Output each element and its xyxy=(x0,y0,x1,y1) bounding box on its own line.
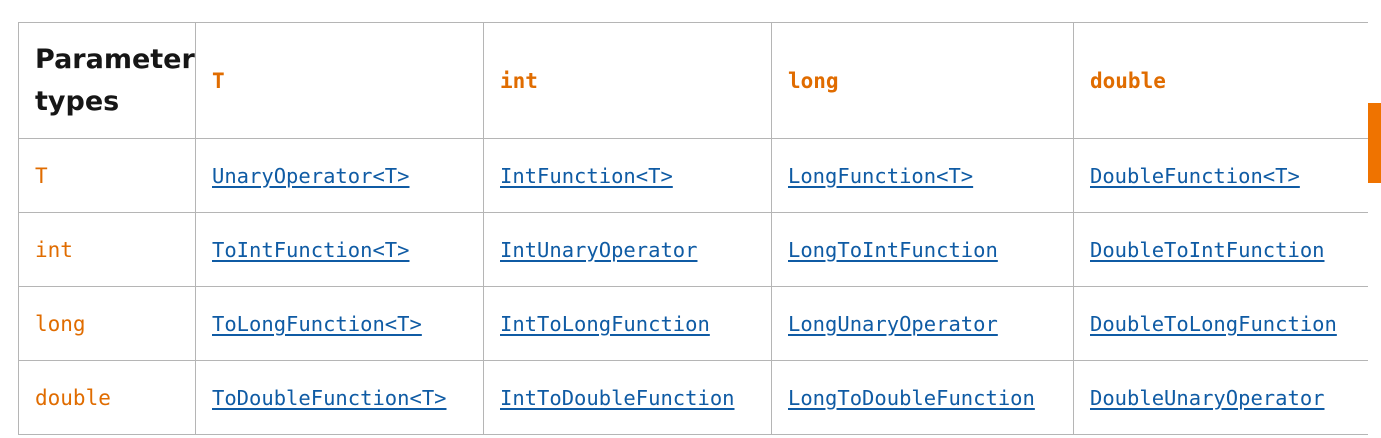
table-cell: IntToLongFunction xyxy=(483,286,772,361)
table-cell: UnaryOperator<T> xyxy=(195,138,484,213)
int-to-long-function-link[interactable]: IntToLongFunction xyxy=(500,312,710,336)
column-header-int: int xyxy=(483,22,772,139)
table-row: double ToDoubleFunction<T> IntToDoubleFu… xyxy=(18,360,1368,435)
function-types-table: Parameter types T int long double T Unar… xyxy=(18,22,1368,435)
to-int-function-link[interactable]: ToIntFunction<T> xyxy=(212,238,409,262)
table-cell: IntUnaryOperator xyxy=(483,212,772,287)
scroll-indicator[interactable] xyxy=(1368,103,1381,183)
double-unary-operator-link[interactable]: DoubleUnaryOperator xyxy=(1090,386,1325,410)
row-header-double: double xyxy=(18,360,196,435)
header-row: Parameter types T int long double xyxy=(18,22,1368,139)
function-types-table-container: Parameter types T int long double T Unar… xyxy=(18,22,1368,435)
table-cell: LongToIntFunction xyxy=(771,212,1074,287)
double-to-int-function-link[interactable]: DoubleToIntFunction xyxy=(1090,238,1325,262)
column-header-long: long xyxy=(771,22,1074,139)
table-cell: IntFunction<T> xyxy=(483,138,772,213)
table-cell: DoubleUnaryOperator xyxy=(1073,360,1368,435)
table-cell: ToLongFunction<T> xyxy=(195,286,484,361)
double-to-long-function-link[interactable]: DoubleToLongFunction xyxy=(1090,312,1337,336)
to-long-function-link[interactable]: ToLongFunction<T> xyxy=(212,312,422,336)
corner-header: Parameter types xyxy=(18,22,196,139)
long-unary-operator-link[interactable]: LongUnaryOperator xyxy=(788,312,998,336)
row-header-int: int xyxy=(18,212,196,287)
column-header-t: T xyxy=(195,22,484,139)
unary-operator-link[interactable]: UnaryOperator<T> xyxy=(212,164,409,188)
row-header-t: T xyxy=(18,138,196,213)
long-to-int-function-link[interactable]: LongToIntFunction xyxy=(788,238,998,262)
table-row: T UnaryOperator<T> IntFunction<T> LongFu… xyxy=(18,138,1368,213)
row-header-long: long xyxy=(18,286,196,361)
long-to-double-function-link[interactable]: LongToDoubleFunction xyxy=(788,386,1035,410)
table-cell: ToDoubleFunction<T> xyxy=(195,360,484,435)
table-cell: DoubleToLongFunction xyxy=(1073,286,1368,361)
table-cell: ToIntFunction<T> xyxy=(195,212,484,287)
to-double-function-link[interactable]: ToDoubleFunction<T> xyxy=(212,386,447,410)
table-cell: LongUnaryOperator xyxy=(771,286,1074,361)
double-function-link[interactable]: DoubleFunction<T> xyxy=(1090,164,1300,188)
table-cell: LongToDoubleFunction xyxy=(771,360,1074,435)
table-cell: DoubleToIntFunction xyxy=(1073,212,1368,287)
table-cell: DoubleFunction<T> xyxy=(1073,138,1368,213)
table-row: int ToIntFunction<T> IntUnaryOperator Lo… xyxy=(18,212,1368,287)
table-cell: IntToDoubleFunction xyxy=(483,360,772,435)
long-function-link[interactable]: LongFunction<T> xyxy=(788,164,973,188)
table-cell: LongFunction<T> xyxy=(771,138,1074,213)
table-row: long ToLongFunction<T> IntToLongFunction… xyxy=(18,286,1368,361)
column-header-double: double xyxy=(1073,22,1368,139)
int-function-link[interactable]: IntFunction<T> xyxy=(500,164,673,188)
int-to-double-function-link[interactable]: IntToDoubleFunction xyxy=(500,386,735,410)
int-unary-operator-link[interactable]: IntUnaryOperator xyxy=(500,238,697,262)
